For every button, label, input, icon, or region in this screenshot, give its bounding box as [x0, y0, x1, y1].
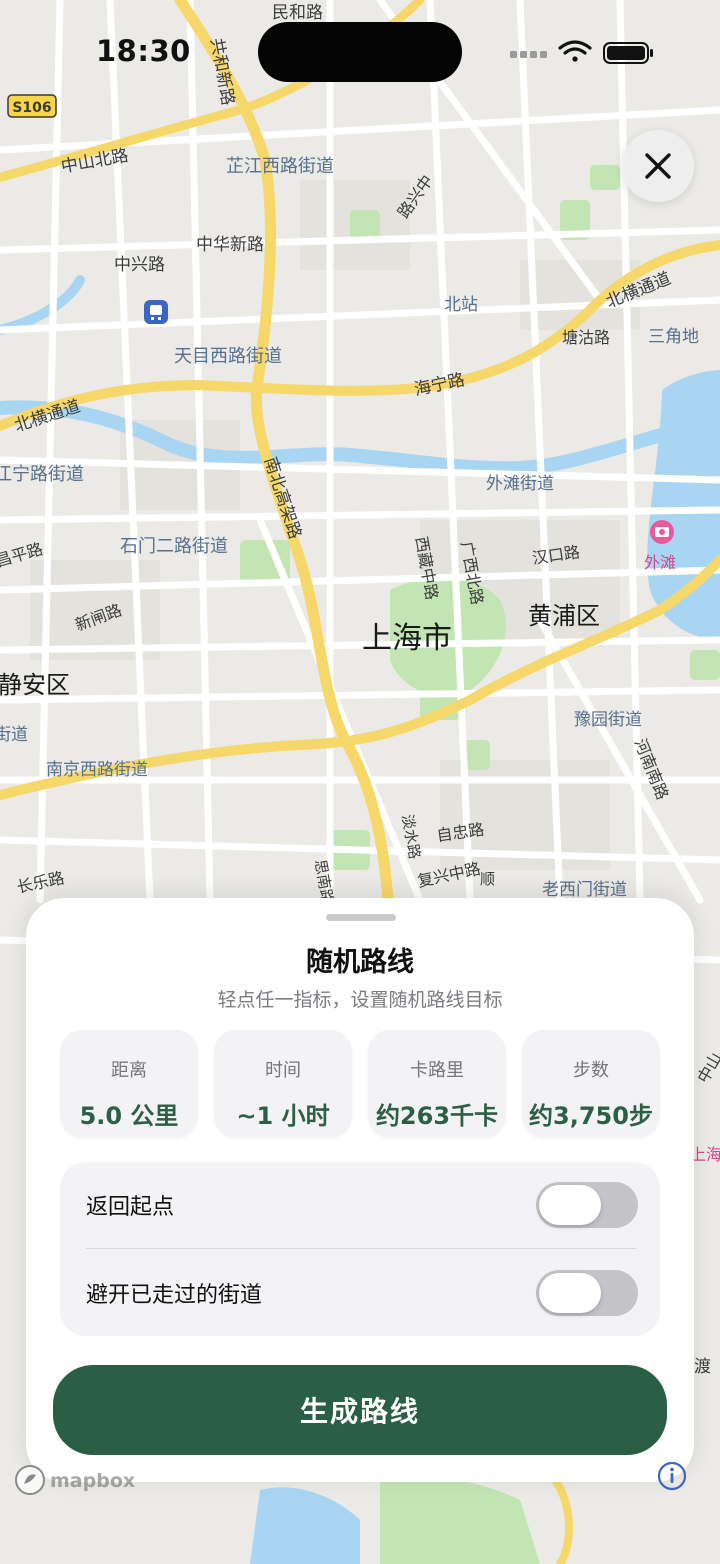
- option-label: 避开已走过的街道: [86, 1283, 263, 1308]
- metric-steps[interactable]: 步数 约3,750步: [522, 1030, 660, 1138]
- label-tianmuxi: 天目西路街道: [174, 346, 282, 367]
- generate-route-button[interactable]: 生成路线: [53, 1365, 667, 1455]
- label-nanjingxi: 南京西路街道: [46, 760, 148, 780]
- metric-value: 约3,750步: [529, 1102, 653, 1130]
- option-label: 返回起点: [86, 1195, 175, 1220]
- label-yuyuan: 豫园街道: [574, 710, 642, 730]
- battery-icon: [603, 42, 653, 64]
- label-beizhan: 北站: [444, 295, 478, 315]
- option-avoid-walked-streets: 避开已走过的街道: [60, 1250, 660, 1336]
- label-minhe: 民和路: [272, 3, 323, 23]
- metric-time[interactable]: 时间 ~1 小时: [214, 1030, 352, 1138]
- return-to-start-toggle[interactable]: [536, 1182, 638, 1228]
- metrics-row: 距离 5.0 公里 时间 ~1 小时 卡路里 约263千卡 步数 约3,750步: [60, 1030, 660, 1138]
- sheet-grabber[interactable]: [326, 914, 396, 921]
- mapbox-wordmark: mapbox: [50, 1470, 135, 1492]
- signal-dots-icon: [510, 51, 547, 58]
- metric-label: 卡路里: [410, 1060, 464, 1081]
- toggle-knob: [539, 1185, 601, 1225]
- options-group: 返回起点 避开已走过的街道: [60, 1162, 660, 1336]
- metric-label: 距离: [111, 1060, 147, 1081]
- dynamic-island: [258, 22, 462, 82]
- metric-value: 5.0 公里: [79, 1102, 179, 1130]
- label-waitan: 外滩: [644, 553, 676, 572]
- close-button[interactable]: [622, 130, 694, 202]
- divider: [86, 1248, 636, 1249]
- status-icons: [510, 40, 653, 64]
- label-s106: S106: [12, 100, 51, 116]
- metric-value: ~1 小时: [236, 1102, 330, 1130]
- label-shimen: 石门二路街道: [120, 536, 228, 557]
- metric-label: 步数: [573, 1060, 609, 1081]
- metro-icon[interactable]: [144, 300, 168, 324]
- avoid-walked-streets-toggle[interactable]: [536, 1270, 638, 1316]
- random-route-sheet: 随机路线 轻点任一指标，设置随机路线目标 距离 5.0 公里 时间 ~1 小时 …: [26, 898, 694, 1482]
- option-return-to-start: 返回起点: [60, 1162, 660, 1248]
- label-waitan-st: 外滩街道: [486, 474, 554, 494]
- metric-value: 约263千卡: [375, 1102, 499, 1130]
- label-jingan: 静安区: [0, 671, 70, 699]
- label-zhongxing: 中兴路: [114, 255, 165, 275]
- toggle-knob: [539, 1273, 601, 1313]
- sheet-title: 随机路线: [306, 947, 414, 978]
- mapbox-logo[interactable]: mapbox: [14, 1462, 154, 1498]
- label-shanghai-r: 上海: [690, 1145, 720, 1164]
- sheet-subtitle: 轻点任一指标，设置随机路线目标: [217, 989, 503, 1011]
- label-laoximen: 老西门街道: [542, 880, 627, 900]
- label-dudu: 渡: [694, 1357, 711, 1377]
- label-shun: 顺: [480, 870, 495, 888]
- metric-calories[interactable]: 卡路里 约263千卡: [368, 1030, 506, 1138]
- label-jingan-st: 街道: [0, 725, 28, 745]
- label-shanghai: 上海市: [362, 621, 452, 656]
- wifi-icon: [558, 40, 592, 62]
- label-tangu: 塘沽路: [562, 328, 610, 347]
- camera-poi-icon[interactable]: [650, 520, 674, 544]
- metric-label: 时间: [265, 1060, 301, 1081]
- status-time: 18:30: [96, 34, 191, 68]
- label-zhijiangxi: 芷江西路街道: [226, 156, 334, 177]
- label-sanjiao: 三角地: [648, 327, 699, 347]
- info-icon[interactable]: [656, 1460, 688, 1492]
- label-jiangning: 江宁路街道: [0, 464, 84, 485]
- label-huangpu: 黄浦区: [528, 602, 600, 630]
- metric-distance[interactable]: 距离 5.0 公里: [60, 1030, 198, 1138]
- label-zhonghuaxin: 中华新路: [196, 235, 264, 255]
- close-icon: [645, 153, 671, 179]
